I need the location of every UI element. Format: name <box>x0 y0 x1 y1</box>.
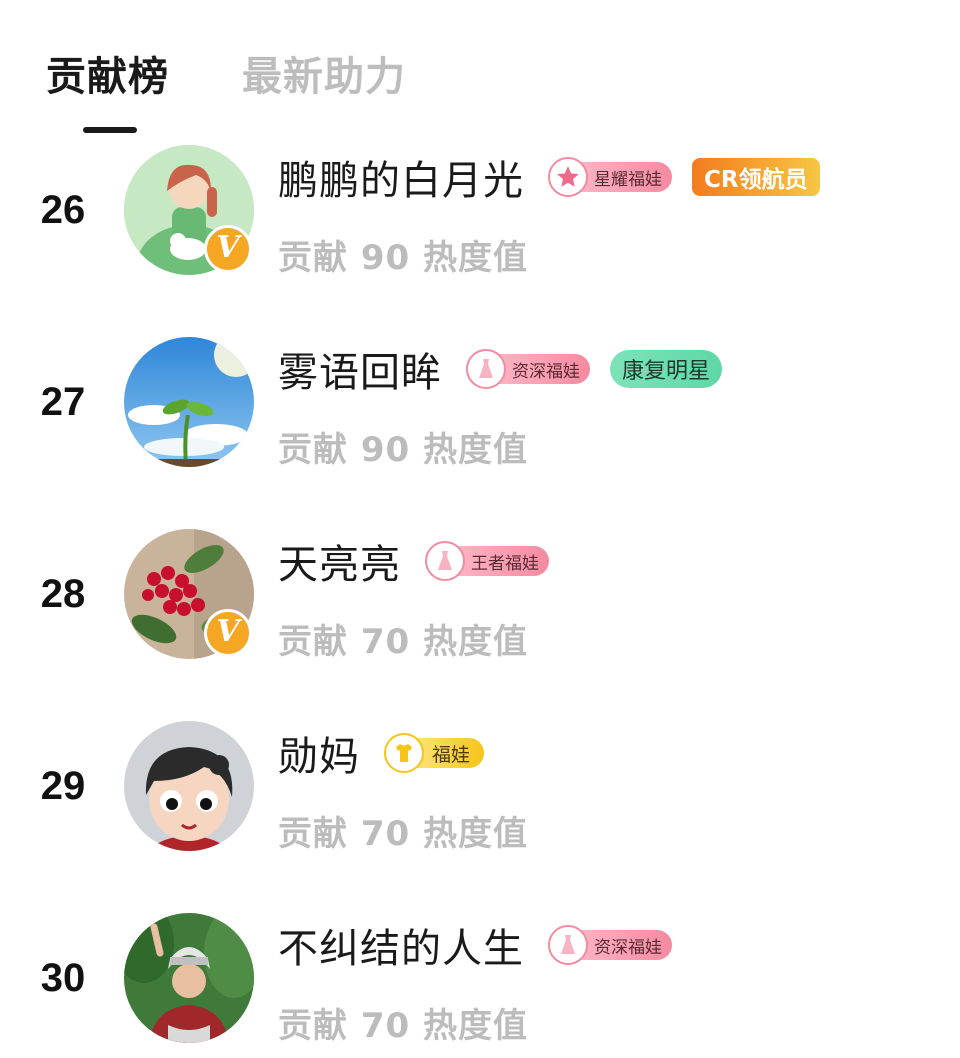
contribution-score: 贡献 90 热度值 <box>278 430 528 470</box>
ranking-list: 26 V 鹏鹏的白月光 星耀福娃 CR领航员 贡献 90 热度值 27 雾语回眸… <box>0 130 960 1058</box>
star-icon <box>548 157 588 197</box>
cartoon-girl-avatar <box>124 721 254 851</box>
level-badge-label: 资深福娃 <box>492 354 590 384</box>
user-name[interactable]: 不纠结的人生 <box>278 916 524 974</box>
level-badge: 王者福娃 <box>425 541 549 581</box>
level-badge: 福娃 <box>384 733 485 773</box>
dress-icon <box>425 541 465 581</box>
ranking-row[interactable]: 30 不纠结的人生 资深福娃 贡献 70 热度值 <box>0 898 960 1058</box>
user-info: 鹏鹏的白月光 星耀福娃 CR领航员 <box>278 152 840 204</box>
rank-number: 26 <box>40 188 86 232</box>
dress-icon <box>548 925 588 965</box>
user-name[interactable]: 勋妈 <box>278 724 360 782</box>
level-badge: 资深福娃 <box>466 349 590 389</box>
rank-number: 29 <box>40 764 86 808</box>
user-name[interactable]: 天亮亮 <box>278 532 401 590</box>
user-name[interactable]: 鹏鹏的白月光 <box>278 148 524 206</box>
ranking-row[interactable]: 26 V 鹏鹏的白月光 星耀福娃 CR领航员 贡献 90 热度值 <box>0 130 960 322</box>
sprout-sky-photo <box>124 337 254 467</box>
user-info: 雾语回眸 资深福娃 康复明星 <box>278 344 742 396</box>
level-badge: 资深福娃 <box>548 925 672 965</box>
avatar[interactable] <box>124 337 254 467</box>
level-badge: 星耀福娃 <box>548 157 672 197</box>
avatar[interactable] <box>124 721 254 851</box>
contribution-score: 贡献 90 热度值 <box>278 238 528 278</box>
woman-traditional-costume-photo <box>124 913 254 1043</box>
rank-number: 27 <box>40 380 86 424</box>
contribution-score: 贡献 70 热度值 <box>278 814 528 854</box>
contribution-score: 贡献 70 热度值 <box>278 622 528 662</box>
contribution-score: 贡献 70 热度值 <box>278 1006 528 1046</box>
tab-latest-boost[interactable]: 最新助力 <box>242 44 406 102</box>
user-info: 天亮亮 王者福娃 <box>278 536 569 588</box>
tab-bar: 贡献榜 最新助力 <box>0 0 960 140</box>
tab-contribution-ranking[interactable]: 贡献榜 <box>46 44 169 102</box>
rank-number: 30 <box>40 956 86 1000</box>
ranking-row[interactable]: 27 雾语回眸 资深福娃 康复明星 贡献 90 热度值 <box>0 322 960 514</box>
ranking-row[interactable]: 29 勋妈 福娃 贡献 70 热度值 <box>0 706 960 898</box>
cr-navigator-tag: CR领航员 <box>692 158 820 196</box>
level-badge-label: 星耀福娃 <box>574 162 672 192</box>
user-name[interactable]: 雾语回眸 <box>278 340 442 398</box>
rank-number: 28 <box>40 572 86 616</box>
dress-icon <box>466 349 506 389</box>
verified-icon: V <box>204 225 252 273</box>
user-info: 勋妈 福娃 <box>278 728 504 780</box>
level-badge-label: 资深福娃 <box>574 930 672 960</box>
verified-icon: V <box>204 609 252 657</box>
user-info: 不纠结的人生 资深福娃 <box>278 920 692 972</box>
ranking-row[interactable]: 28 V 天亮亮 王者福娃 贡献 70 热度值 <box>0 514 960 706</box>
level-badge-label: 王者福娃 <box>451 546 549 576</box>
recovery-star-tag: 康复明星 <box>610 350 723 388</box>
avatar[interactable] <box>124 913 254 1043</box>
tshirt-icon <box>384 733 424 773</box>
